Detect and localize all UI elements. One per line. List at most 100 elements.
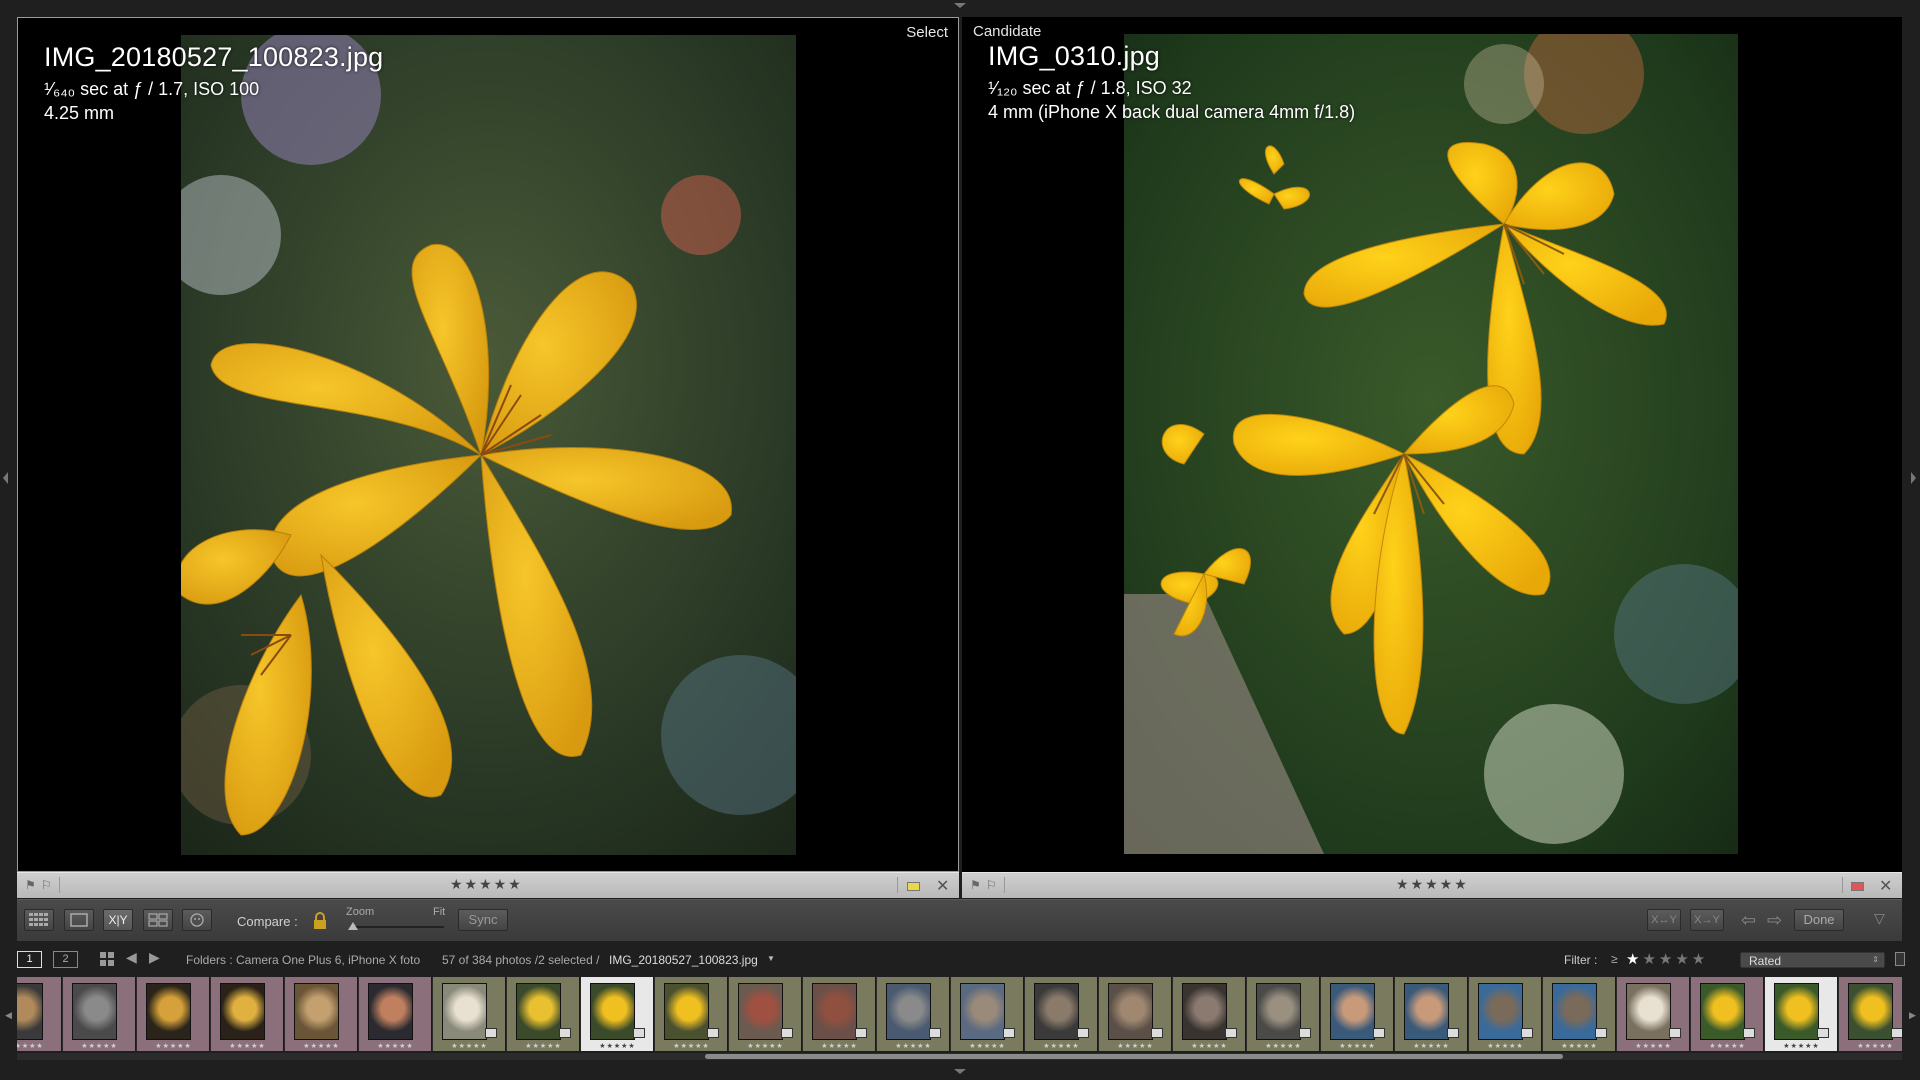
filmstrip-thumbnail[interactable]: ★★★★★: [655, 977, 728, 1051]
filmstrip-thumbnail[interactable]: ★★★★★: [1617, 977, 1690, 1051]
filmstrip-thumbnail[interactable]: ★★★★★: [1247, 977, 1320, 1051]
toolbar-menu-chevron-icon[interactable]: ▽: [1874, 910, 1885, 927]
done-button[interactable]: Done: [1794, 909, 1844, 931]
adjustment-badge-icon: [1447, 1028, 1459, 1038]
filmstrip-thumbnail[interactable]: ★★★★★: [1839, 977, 1902, 1051]
filmstrip-thumbnail[interactable]: ★★★★★: [137, 977, 210, 1051]
adjustment-badge-icon: [781, 1028, 793, 1038]
filter-operator[interactable]: ≥: [1611, 952, 1618, 966]
sync-button[interactable]: Sync: [458, 909, 508, 931]
filmstrip-thumbnail[interactable]: ★★★★★: [1691, 977, 1764, 1051]
secondary-window-button[interactable]: 2: [53, 951, 78, 968]
filmstrip-scroll-thumb[interactable]: [705, 1054, 1563, 1059]
lily-photo-left: [181, 35, 796, 855]
right-panel-toggle-icon[interactable]: [1911, 472, 1916, 484]
photo-count: 57 of 384 photos /2 selected /: [442, 953, 600, 967]
make-select-button[interactable]: X→Y: [1690, 909, 1724, 931]
thumbnail-image: [590, 983, 635, 1040]
thumbnail-rating-stars: ★★★★★: [1783, 1043, 1820, 1050]
next-arrow-icon[interactable]: ⇨: [1767, 910, 1782, 931]
file-dropdown-chevron-icon[interactable]: ▼: [767, 954, 775, 963]
thumbnail-rating-stars: ★★★★★: [377, 1043, 414, 1050]
filmstrip-thumbnail[interactable]: ★★★★★: [17, 977, 62, 1051]
survey-view-button[interactable]: [143, 909, 173, 931]
bottom-panel-toggle-icon[interactable]: [954, 1069, 966, 1074]
filmstrip-thumbnail[interactable]: ★★★★★: [951, 977, 1024, 1051]
grid-icon[interactable]: [100, 952, 114, 966]
candidate-unflag-icon[interactable]: ⚑: [970, 879, 982, 891]
filmstrip-thumbnail[interactable]: ★★★★★: [1469, 977, 1542, 1051]
filter-lock-icon[interactable]: [1895, 952, 1905, 966]
thumbnail-rating-stars: ★★★★★: [1857, 1043, 1894, 1050]
select-color-label[interactable]: [907, 882, 920, 891]
filter-select[interactable]: Rated ⇕: [1740, 952, 1885, 968]
left-panel-toggle-icon[interactable]: [3, 472, 8, 484]
filmstrip-thumbnail[interactable]: ★★★★★: [63, 977, 136, 1051]
select-pane[interactable]: Select IMG_20180527_100823.jpg ¹⁄₆₄₀ sec…: [17, 17, 959, 872]
filmstrip-thumbnail[interactable]: ★★★★★: [1173, 977, 1246, 1051]
bar-divider: [1842, 877, 1843, 893]
candidate-rating-stars[interactable]: ★★★★★: [1396, 876, 1469, 893]
thumbnail-rating-stars: ★★★★★: [1561, 1043, 1598, 1050]
filmstrip-left-arrow-icon[interactable]: ◀: [5, 1010, 12, 1021]
filmstrip-thumbnail[interactable]: ★★★★★: [581, 977, 654, 1051]
thumbnail-image: [1404, 983, 1449, 1040]
current-file-dropdown[interactable]: IMG_20180527_100823.jpg: [609, 953, 758, 967]
thumbnail-image: [442, 983, 487, 1040]
back-arrow-icon[interactable]: ◀: [126, 949, 137, 966]
filmstrip-thumbnail[interactable]: ★★★★★: [285, 977, 358, 1051]
source-breadcrumb[interactable]: Folders : Camera One Plus 6, iPhone X fo…: [186, 953, 420, 967]
candidate-close-icon[interactable]: ✕: [1879, 876, 1892, 896]
filmstrip-thumbnail[interactable]: ★★★★★: [433, 977, 506, 1051]
candidate-photo[interactable]: [1124, 34, 1738, 854]
thumbnail-rating-stars: ★★★★★: [673, 1043, 710, 1050]
lock-icon[interactable]: [313, 912, 327, 930]
zoom-slider-handle[interactable]: [348, 922, 358, 930]
filmstrip-thumbnail[interactable]: ★★★★★: [1099, 977, 1172, 1051]
filmstrip-thumbnail[interactable]: ★★★★★: [211, 977, 284, 1051]
filmstrip-right-arrow-icon[interactable]: ▶: [1909, 1010, 1916, 1021]
thumbnail-image: [1626, 983, 1671, 1040]
select-reject-flag-icon[interactable]: ⚐: [41, 879, 53, 891]
loupe-view-button[interactable]: [64, 909, 94, 931]
thumbnail-image: [960, 983, 1005, 1040]
people-view-button[interactable]: [182, 909, 212, 931]
grid-icon: [29, 913, 48, 926]
select-rating-stars[interactable]: ★★★★★: [450, 876, 523, 893]
filmstrip-thumbnail[interactable]: ★★★★★: [1025, 977, 1098, 1051]
thumbnail-image: [886, 983, 931, 1040]
select-photo[interactable]: [181, 35, 796, 855]
primary-window-button[interactable]: 1: [17, 951, 42, 968]
thumbnail-image: [1700, 983, 1745, 1040]
adjustment-badge-icon: [1891, 1028, 1902, 1038]
filmstrip-thumbnail[interactable]: ★★★★★: [1321, 977, 1394, 1051]
swap-button[interactable]: X↔Y: [1647, 909, 1681, 931]
top-panel-toggle-icon[interactable]: [954, 3, 966, 8]
grid-view-button[interactable]: [24, 909, 54, 931]
filmstrip-thumbnail[interactable]: ★★★★★: [729, 977, 802, 1051]
filmstrip-thumbnail[interactable]: ★★★★★: [1765, 977, 1838, 1051]
select-unflag-icon[interactable]: ⚑: [25, 879, 37, 891]
filmstrip-thumbnail[interactable]: ★★★★★: [507, 977, 580, 1051]
filmstrip-thumbnail[interactable]: ★★★★★: [877, 977, 950, 1051]
filmstrip[interactable]: ★★★★ ★ ★★★★ ★ ★★★★ ★ ★★★★ ★ ★★★★ ★ ★★★★ ★ ★★★★ ★ ★★★★ ★…: [17, 977, 1902, 1051]
previous-arrow-icon[interactable]: ⇦: [1741, 910, 1756, 931]
compare-view-button[interactable]: X|Y: [103, 909, 133, 931]
candidate-photo-info: IMG_0310.jpg ¹⁄₁₂₀ sec at ƒ / 1.8, ISO 3…: [988, 41, 1355, 123]
filter-rating-stars[interactable]: ★★★★★: [1626, 950, 1708, 968]
candidate-color-label[interactable]: [1851, 882, 1864, 891]
filmstrip-thumbnail[interactable]: ★★★★★: [1395, 977, 1468, 1051]
filmstrip-thumbnail[interactable]: ★★★★★: [1543, 977, 1616, 1051]
forward-arrow-icon[interactable]: ▶: [149, 949, 160, 966]
people-icon: [190, 913, 204, 927]
thumbnail-rating-stars: ★★★★★: [525, 1043, 562, 1050]
adjustment-badge-icon: [1003, 1028, 1015, 1038]
filmstrip-thumbnail[interactable]: ★★★★★: [803, 977, 876, 1051]
candidate-pane[interactable]: Candidate IMG_0310.jpg ¹⁄₁₂₀ sec at ƒ / …: [962, 17, 1902, 872]
candidate-reject-flag-icon[interactable]: ⚐: [986, 879, 998, 891]
filmstrip-thumbnail[interactable]: ★★★★★: [359, 977, 432, 1051]
zoom-slider-track[interactable]: [350, 926, 444, 928]
thumbnail-image: [1552, 983, 1597, 1040]
adjustment-badge-icon: [559, 1028, 571, 1038]
select-close-icon[interactable]: ✕: [936, 876, 949, 896]
